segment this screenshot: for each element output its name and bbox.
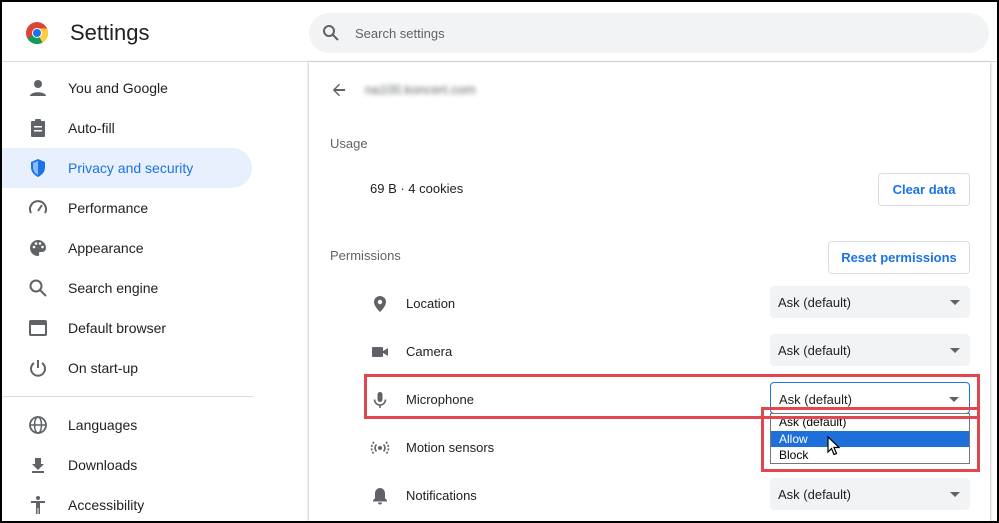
clear-data-button[interactable]: Clear data bbox=[878, 173, 970, 206]
globe-icon bbox=[29, 416, 47, 434]
sidebar-item-privacy-and-security[interactable]: Privacy and security bbox=[2, 148, 252, 188]
palette-icon bbox=[30, 240, 46, 256]
sidebar-item-search-engine[interactable]: Search engine bbox=[2, 268, 252, 308]
site-origin: na100.koncert.com bbox=[365, 82, 476, 97]
location-pin-icon bbox=[374, 296, 386, 312]
permission-label: Notifications bbox=[406, 488, 477, 503]
camera-select[interactable]: Ask (default) bbox=[770, 334, 970, 366]
clipboard-icon bbox=[31, 119, 45, 137]
sidebar-item-label: On start-up bbox=[68, 360, 139, 376]
sidebar-item-auto-fill[interactable]: Auto-fill bbox=[2, 108, 252, 148]
option-ask-default[interactable]: Ask (default) bbox=[771, 414, 969, 430]
sidebar-item-default-browser[interactable]: Default browser bbox=[2, 308, 252, 348]
bell-icon bbox=[373, 488, 387, 505]
page-title: Settings bbox=[70, 20, 150, 45]
chevron-down-icon bbox=[950, 492, 960, 497]
chrome-logo-icon bbox=[26, 22, 48, 44]
permission-label: Motion sensors bbox=[406, 440, 495, 455]
sidebar: You and Google Auto-fill Privacy and sec… bbox=[2, 62, 272, 521]
permission-label: Camera bbox=[406, 344, 453, 359]
chevron-down-icon bbox=[949, 397, 959, 402]
permission-label: Location bbox=[406, 296, 456, 311]
sidebar-item-performance[interactable]: Performance bbox=[2, 188, 252, 228]
permission-row-notifications: Notifications Ask (default) bbox=[309, 476, 990, 516]
sidebar-item-label: Appearance bbox=[68, 240, 144, 256]
header: Settings bbox=[2, 2, 997, 62]
accessibility-icon bbox=[31, 496, 45, 514]
sidebar-item-label: Default browser bbox=[68, 320, 167, 336]
speedometer-icon bbox=[29, 200, 47, 214]
usage-heading: Usage bbox=[330, 136, 368, 151]
reset-permissions-button[interactable]: Reset permissions bbox=[828, 241, 970, 274]
sidebar-item-label: Performance bbox=[68, 200, 149, 216]
permissions-heading: Permissions bbox=[330, 248, 401, 263]
shield-icon bbox=[31, 159, 45, 177]
select-value: Ask (default) bbox=[778, 295, 851, 310]
sidebar-item-label: Search engine bbox=[68, 280, 159, 296]
sidebar-item-label: Accessibility bbox=[68, 497, 145, 513]
sidebar-item-label: Downloads bbox=[68, 457, 138, 473]
download-icon bbox=[32, 458, 44, 473]
back-arrow-icon[interactable] bbox=[329, 80, 349, 100]
power-icon bbox=[30, 360, 46, 377]
browser-window-icon bbox=[29, 320, 47, 336]
sidebar-item-label: Privacy and security bbox=[68, 160, 194, 176]
select-value: Ask (default) bbox=[779, 392, 852, 407]
sidebar-item-label: You and Google bbox=[68, 80, 168, 96]
location-select[interactable]: Ask (default) bbox=[770, 286, 970, 318]
permission-row-camera: Camera Ask (default) bbox=[309, 332, 990, 372]
search-icon bbox=[323, 25, 339, 41]
select-value: Ask (default) bbox=[778, 343, 851, 358]
sidebar-item-label: Auto-fill bbox=[68, 120, 115, 136]
sidebar-item-you-and-google[interactable]: You and Google bbox=[2, 68, 252, 108]
sidebar-item-languages[interactable]: Languages bbox=[2, 405, 252, 445]
microphone-icon bbox=[373, 392, 387, 408]
permission-row-location: Location Ask (default) bbox=[309, 284, 990, 324]
usage-summary: 69 B · 4 cookies bbox=[370, 181, 464, 196]
option-block[interactable]: Block bbox=[771, 447, 969, 463]
camera-icon bbox=[372, 347, 388, 357]
site-settings-card: na100.koncert.com Usage 69 B · 4 cookies… bbox=[309, 62, 990, 521]
sidebar-item-downloads[interactable]: Downloads bbox=[2, 445, 252, 485]
sidebar-item-accessibility[interactable]: Accessibility bbox=[2, 485, 252, 521]
chevron-down-icon bbox=[950, 348, 960, 353]
settings-window: Settings You and Google Auto-fill Privac… bbox=[0, 0, 999, 523]
person-icon bbox=[30, 80, 46, 96]
microphone-select[interactable]: Ask (default) bbox=[770, 382, 970, 414]
option-allow[interactable]: Allow bbox=[771, 431, 969, 447]
search-icon bbox=[29, 279, 47, 297]
mouse-cursor-icon bbox=[827, 436, 841, 456]
permission-label: Microphone bbox=[406, 392, 474, 407]
search-bar[interactable] bbox=[309, 13, 989, 53]
sidebar-item-appearance[interactable]: Appearance bbox=[2, 228, 252, 268]
sidebar-divider bbox=[2, 396, 254, 397]
microphone-options-list: Ask (default) Allow Block bbox=[770, 413, 970, 464]
sidebar-item-label: Languages bbox=[68, 417, 138, 433]
motion-sensors-icon bbox=[370, 441, 390, 455]
notifications-select[interactable]: Ask (default) bbox=[770, 478, 970, 510]
chevron-down-icon bbox=[950, 300, 960, 305]
search-input[interactable] bbox=[355, 13, 955, 53]
sidebar-item-on-start-up[interactable]: On start-up bbox=[2, 348, 252, 388]
select-value: Ask (default) bbox=[778, 487, 851, 502]
